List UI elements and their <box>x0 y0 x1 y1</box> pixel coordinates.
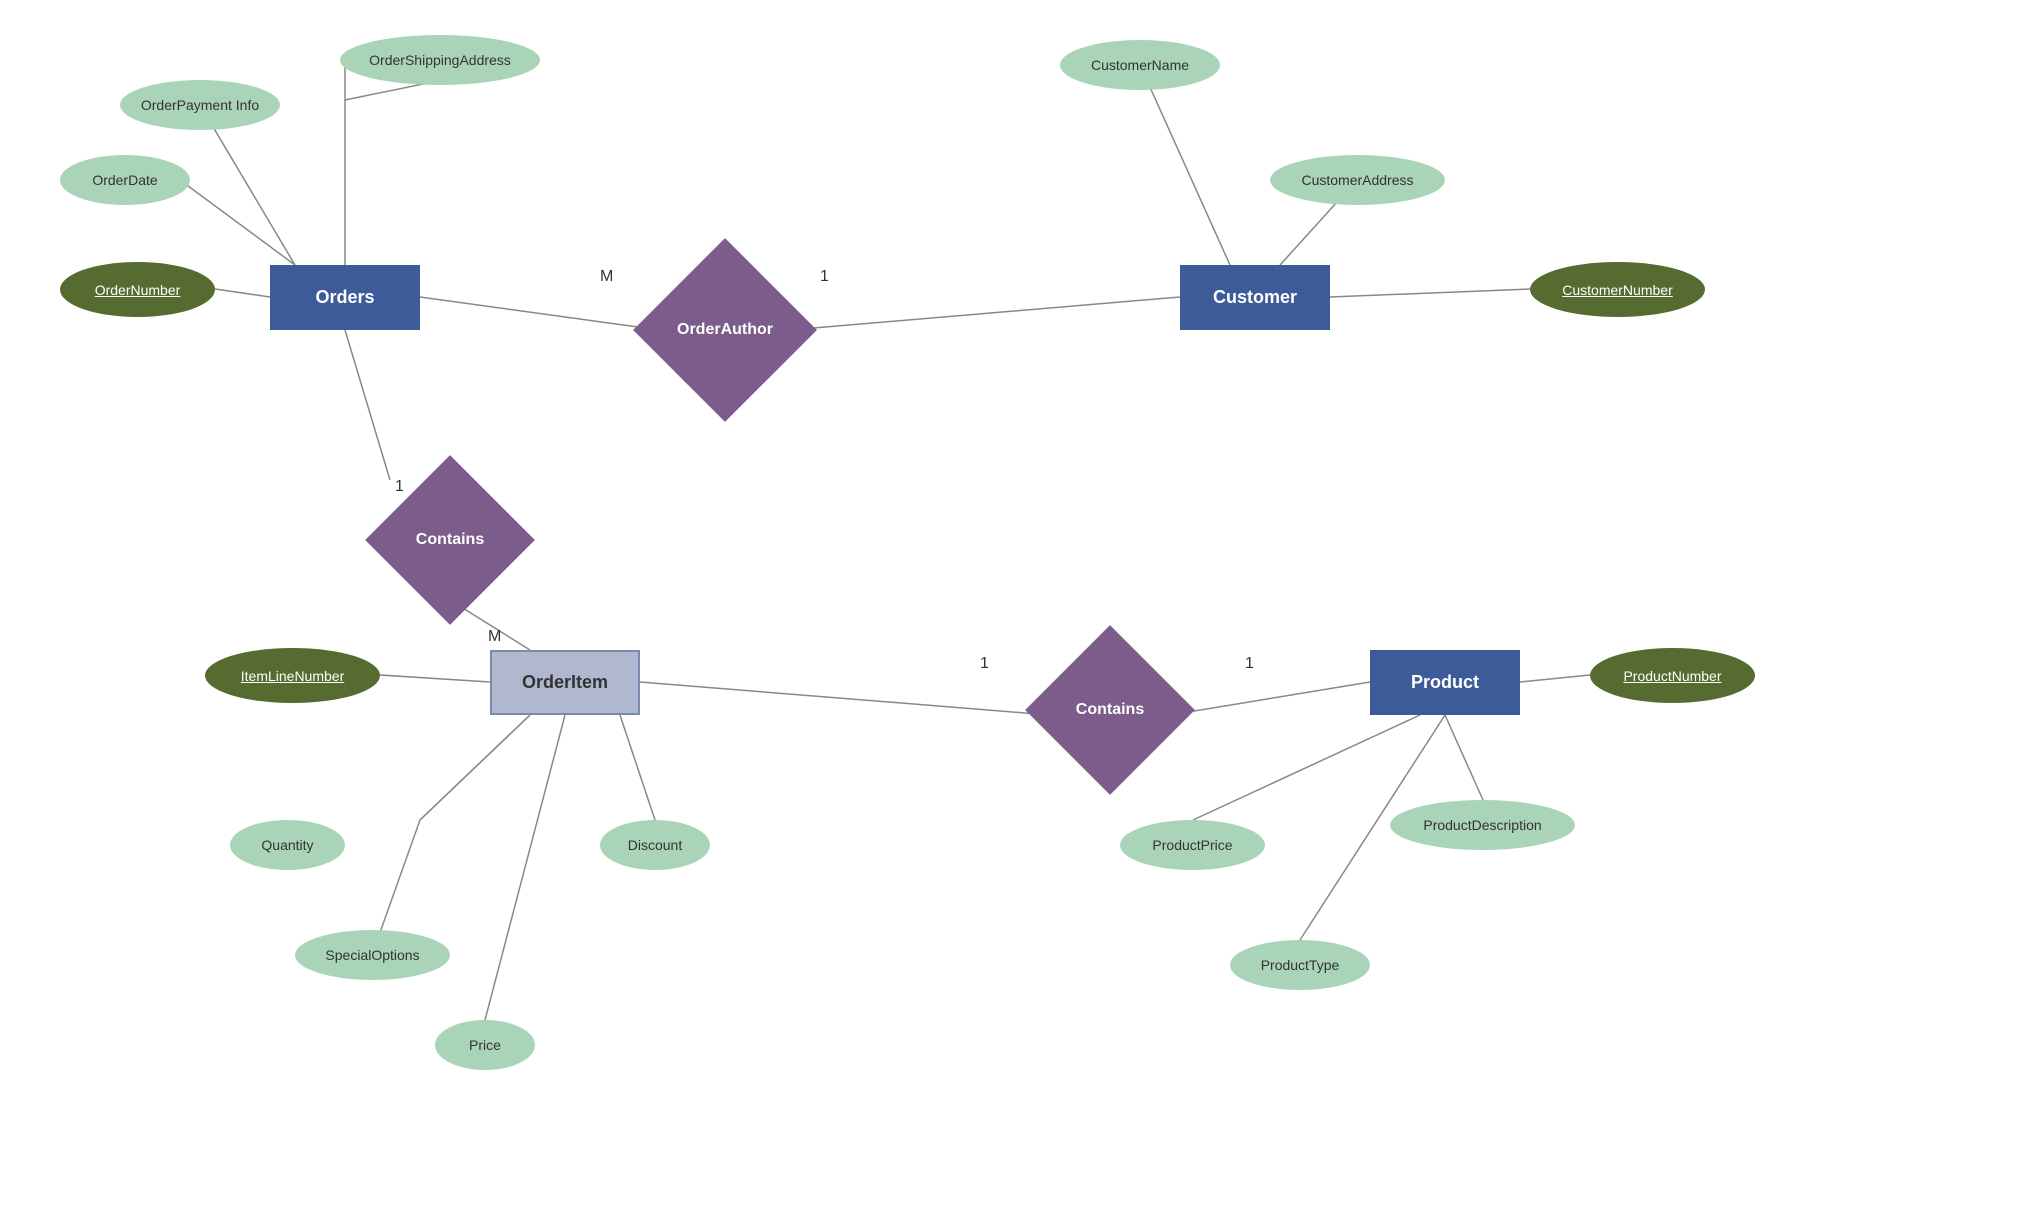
connector-lines <box>0 0 2036 1216</box>
attr-ordernumber: OrderNumber <box>60 262 215 317</box>
attr-quantity: Quantity <box>230 820 345 870</box>
multiplicity-1a: 1 <box>820 268 829 286</box>
attr-customeraddress: CustomerAddress <box>1270 155 1445 205</box>
entity-product[interactable]: Product <box>1370 650 1520 715</box>
multiplicity-m2: M <box>488 628 501 646</box>
attr-itemlinenumber: ItemLineNumber <box>205 648 380 703</box>
multiplicity-1b: 1 <box>395 478 404 496</box>
relationship-contains2[interactable]: Contains <box>1050 650 1170 770</box>
attr-ordershippingaddress: OrderShippingAddress <box>340 35 540 85</box>
attr-orderpaymentinfo: OrderPayment Info <box>120 80 280 130</box>
attr-discount: Discount <box>600 820 710 870</box>
attr-orderdate: OrderDate <box>60 155 190 205</box>
attr-price: Price <box>435 1020 535 1070</box>
multiplicity-m1: M <box>600 268 613 286</box>
relationship-contains1[interactable]: Contains <box>390 480 510 600</box>
attr-customernumber: CustomerNumber <box>1530 262 1705 317</box>
attr-specialoptions: SpecialOptions <box>295 930 450 980</box>
entity-orderitem[interactable]: OrderItem <box>490 650 640 715</box>
attr-productnumber: ProductNumber <box>1590 648 1755 703</box>
multiplicity-1d: 1 <box>1245 655 1254 673</box>
attr-productprice: ProductPrice <box>1120 820 1265 870</box>
entity-customer[interactable]: Customer <box>1180 265 1330 330</box>
er-diagram: Orders Customer Product OrderItem OrderA… <box>0 0 2036 1216</box>
multiplicity-1c: 1 <box>980 655 989 673</box>
relationship-orderauthor[interactable]: OrderAuthor <box>660 265 790 395</box>
attr-producttype: ProductType <box>1230 940 1370 990</box>
entity-orders[interactable]: Orders <box>270 265 420 330</box>
attr-productdescription: ProductDescription <box>1390 800 1575 850</box>
attr-customername: CustomerName <box>1060 40 1220 90</box>
